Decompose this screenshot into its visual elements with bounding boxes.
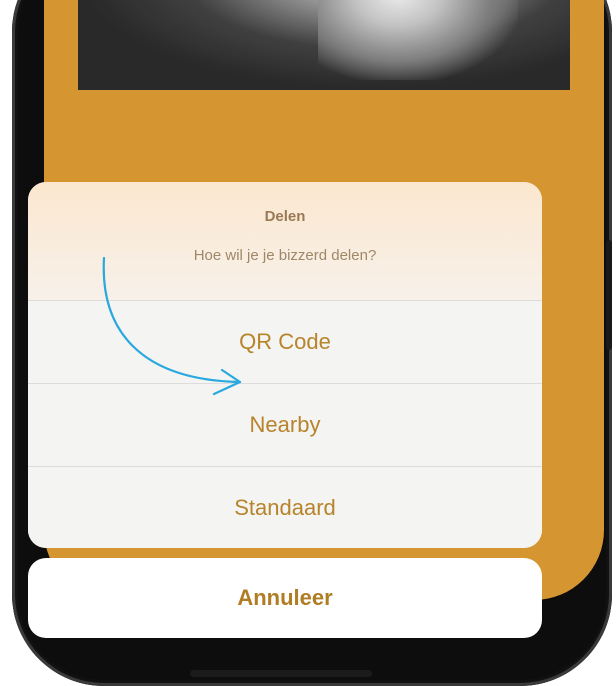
qr-code-option[interactable]: QR Code bbox=[28, 301, 542, 384]
home-indicator bbox=[190, 670, 372, 677]
nearby-option[interactable]: Nearby bbox=[28, 384, 542, 467]
standaard-option[interactable]: Standaard bbox=[28, 467, 542, 548]
side-button bbox=[606, 240, 612, 350]
cancel-button[interactable]: Annuleer bbox=[28, 558, 542, 638]
action-sheet-message: Hoe wil je je bizzerd delen? bbox=[193, 247, 377, 264]
action-sheet-header: Delen Hoe wil je je bizzerd delen? bbox=[28, 182, 542, 301]
action-sheet-title: Delen bbox=[264, 208, 306, 225]
action-sheet: Delen Hoe wil je je bizzerd delen? QR Co… bbox=[28, 182, 542, 548]
